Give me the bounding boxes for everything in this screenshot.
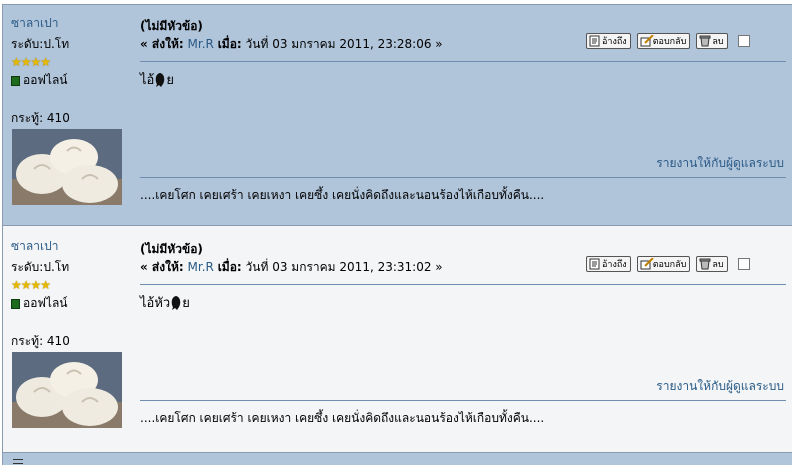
- signature-divider: [140, 400, 786, 401]
- rank-stars-icon: ★★★★: [11, 278, 51, 292]
- post-timestamp: วันที่ 03 มกราคม 2011, 23:28:06 »: [245, 37, 443, 51]
- ghost-emoticon-icon: [154, 72, 166, 88]
- poster-name-link[interactable]: ซาลาเปา: [11, 237, 131, 256]
- signature-divider: [140, 177, 786, 178]
- poster-info: ซาลาเปา ระดับ:ป.โท ★★★★ ออฟไลน์ กระทู้: …: [11, 237, 131, 351]
- post-actions: อ้างถึง ตอบกลับ ลบ: [586, 33, 750, 49]
- select-checkbox[interactable]: [737, 258, 750, 270]
- post-2: ซาลาเปา ระดับ:ป.โท ★★★★ ออฟไลน์ กระทู้: …: [3, 226, 792, 453]
- reply-pencil-icon: [640, 257, 654, 270]
- recipient-link[interactable]: Mr.R: [188, 37, 214, 51]
- post-timestamp: วันที่ 03 มกราคม 2011, 23:31:02 »: [245, 260, 443, 274]
- post-body: ไอ้ย: [140, 72, 174, 88]
- quote-label: อ้างถึง: [602, 37, 627, 47]
- meta-when-label: เมื่อ:: [217, 37, 242, 51]
- delete-button[interactable]: ลบ: [696, 256, 728, 272]
- reply-button[interactable]: ตอบกลับ: [636, 33, 691, 49]
- avatar-image-icon: [12, 352, 122, 428]
- rank-stars-icon: ★★★★: [11, 55, 51, 69]
- trash-icon: [699, 35, 711, 47]
- post-count: กระทู้: 410: [11, 334, 70, 348]
- status-label: ออฟไลน์: [23, 296, 68, 310]
- delete-label: ลบ: [712, 260, 724, 270]
- report-to-moderator-link[interactable]: รายงานให้กับผู้ดูแลระบบ: [656, 154, 784, 173]
- header-divider: [140, 61, 786, 62]
- menu-lines-icon: [13, 459, 23, 464]
- quote-button[interactable]: อ้างถึง: [586, 256, 631, 272]
- quote-label: อ้างถึง: [602, 260, 627, 270]
- reply-label: ตอบกลับ: [652, 260, 687, 270]
- poster-rank: ระดับ:ป.โท: [11, 37, 70, 51]
- ghost-emoticon-icon: [170, 295, 182, 311]
- quote-icon: [589, 35, 600, 47]
- post-subject[interactable]: (ไม่มีหัวข้อ): [140, 17, 203, 36]
- post-meta: « ส่งให้: Mr.R เมื่อ: วันที่ 03 มกราคม 2…: [140, 35, 443, 54]
- reply-pencil-icon: [640, 34, 654, 47]
- next-post-strip: [3, 453, 792, 465]
- meta-prefix: « ส่งให้:: [140, 260, 184, 274]
- status-icon: [11, 298, 20, 309]
- post-count: กระทู้: 410: [11, 111, 70, 125]
- post-subject[interactable]: (ไม่มีหัวข้อ): [140, 240, 203, 259]
- avatar: [12, 129, 122, 205]
- avatar-image-icon: [12, 129, 122, 205]
- meta-prefix: « ส่งให้:: [140, 37, 184, 51]
- delete-button[interactable]: ลบ: [696, 33, 728, 49]
- avatar: [12, 352, 122, 428]
- online-status: ออฟไลน์: [11, 71, 131, 90]
- meta-when-label: เมื่อ:: [217, 260, 242, 274]
- signature: ....เคยโศก เคยเศร้า เคยเหงา เคยซึ้ง เคยน…: [140, 188, 545, 202]
- header-divider: [140, 284, 786, 285]
- select-checkbox[interactable]: [737, 35, 750, 47]
- status-label: ออฟไลน์: [23, 73, 68, 87]
- post-body: ไอ้หัวย: [140, 295, 190, 311]
- poster-info: ซาลาเปา ระดับ:ป.โท ★★★★ ออฟไลน์ กระทู้: …: [11, 14, 131, 128]
- status-icon: [11, 75, 20, 86]
- trash-icon: [699, 258, 711, 270]
- report-to-moderator-link[interactable]: รายงานให้กับผู้ดูแลระบบ: [656, 377, 784, 396]
- recipient-link[interactable]: Mr.R: [188, 260, 214, 274]
- delete-label: ลบ: [712, 37, 724, 47]
- poster-rank: ระดับ:ป.โท: [11, 260, 70, 274]
- reply-button[interactable]: ตอบกลับ: [636, 256, 691, 272]
- poster-name-link[interactable]: ซาลาเปา: [11, 14, 131, 33]
- online-status: ออฟไลน์: [11, 294, 131, 313]
- post-1: ซาลาเปา ระดับ:ป.โท ★★★★ ออฟไลน์ กระทู้: …: [3, 4, 792, 226]
- reply-label: ตอบกลับ: [652, 37, 687, 47]
- signature: ....เคยโศก เคยเศร้า เคยเหงา เคยซึ้ง เคยน…: [140, 411, 545, 425]
- quote-icon: [589, 258, 600, 270]
- post-actions: อ้างถึง ตอบกลับ ลบ: [586, 256, 750, 272]
- post-meta: « ส่งให้: Mr.R เมื่อ: วันที่ 03 มกราคม 2…: [140, 258, 443, 277]
- quote-button[interactable]: อ้างถึง: [586, 33, 631, 49]
